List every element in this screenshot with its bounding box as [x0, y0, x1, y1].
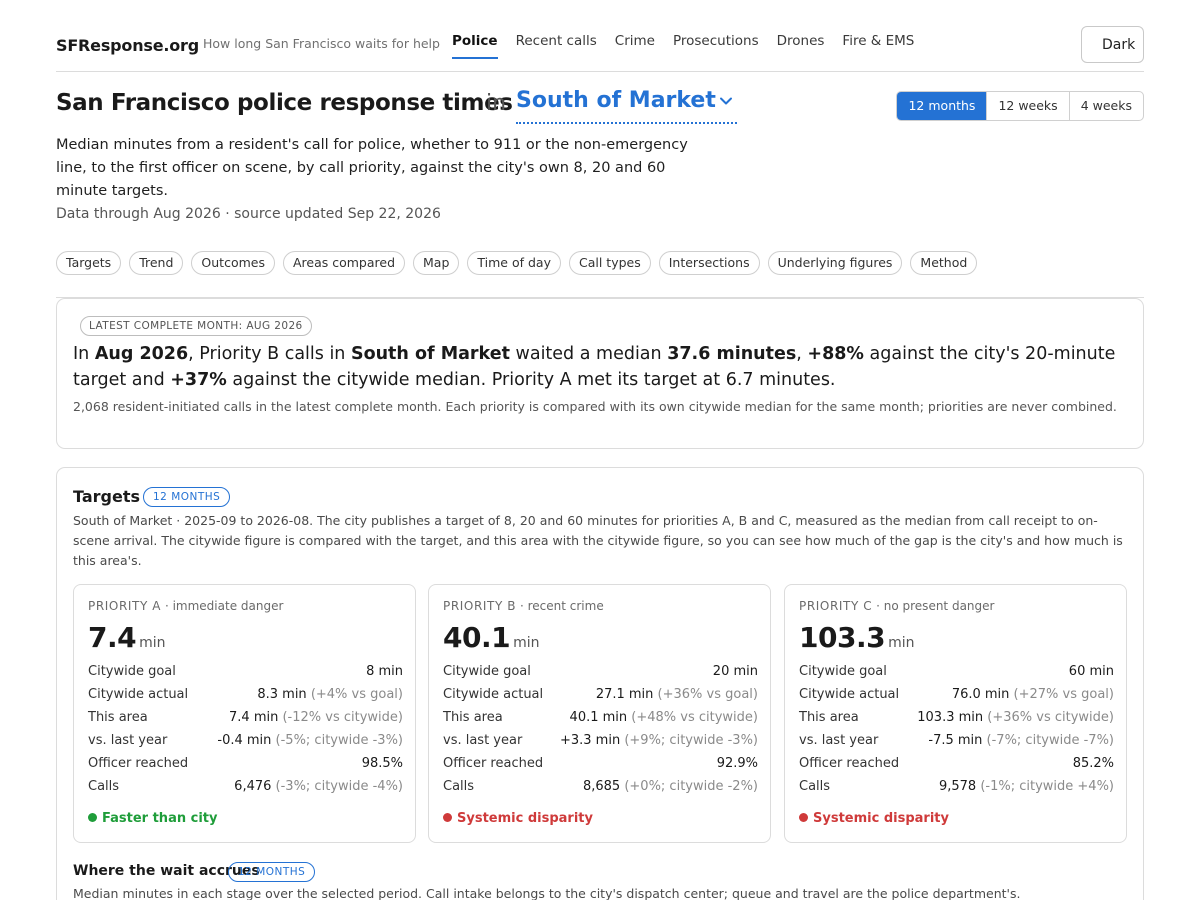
targets-period-pill: 12 MONTHS	[143, 487, 231, 507]
row-citywide-goal: Citywide goal 60 min	[799, 664, 1114, 679]
priority-median: 40.1 min	[443, 621, 540, 654]
summary-note: 2,068 resident-initiated calls in the la…	[73, 399, 1117, 414]
chip-trend[interactable]: Trend	[129, 251, 184, 275]
summary-card: LATEST COMPLETE MONTH: AUG 2026 In Aug 2…	[56, 298, 1144, 449]
page-description: Median minutes from a resident's call fo…	[56, 137, 688, 199]
nav-crime[interactable]: Crime	[615, 33, 655, 59]
range-toggle: 12 months 12 weeks 4 weeks	[896, 91, 1144, 121]
chip-outcomes[interactable]: Outcomes	[191, 251, 275, 275]
latest-month-badge: LATEST COMPLETE MONTH: AUG 2026	[80, 316, 312, 336]
range-4-weeks[interactable]: 4 weeks	[1068, 92, 1143, 120]
main-nav: Police Recent calls Crime Prosecutions D…	[452, 33, 914, 59]
title-in-word: in	[486, 91, 507, 116]
title-row: San Francisco police response times in S…	[56, 88, 1144, 128]
targets-card: Targets 12 MONTHS South of Market · 2025…	[56, 467, 1144, 900]
row-calls: Calls 8,685 (+0%; citywide -2%)	[443, 779, 758, 794]
area-select-value: South of Market	[516, 88, 716, 113]
chevron-down-icon	[719, 91, 733, 111]
status-dot-icon	[88, 813, 97, 822]
row-citywide-actual: Citywide actual 76.0 min (+27% vs goal)	[799, 687, 1114, 702]
priority-rows: Citywide goal 60 min Citywide actual 76.0 …	[799, 664, 1114, 802]
row-calls: Calls 9,578 (-1%; citywide +4%)	[799, 779, 1114, 794]
row-this-area: This area 103.3 min (+36% vs citywide)	[799, 710, 1114, 725]
priority-label: PRIORITY B · recent crime	[443, 599, 604, 613]
summary-headline: In Aug 2026, Priority B calls in South o…	[73, 344, 1116, 390]
row-this-area: This area 40.1 min (+48% vs citywide)	[443, 710, 758, 725]
row-officer-reached: Officer reached 85.2%	[799, 756, 1114, 771]
top-bar: SFResponse.org How long San Francisco wa…	[56, 26, 1144, 72]
chip-targets[interactable]: Targets	[56, 251, 122, 275]
page-title: San Francisco police response times	[56, 90, 513, 116]
priority-label: PRIORITY C · no present danger	[799, 599, 995, 613]
priority-card-a: PRIORITY A · immediate danger 7.4 min Cit…	[73, 584, 416, 843]
range-12-weeks[interactable]: 12 weeks	[986, 92, 1068, 120]
priority-median: 103.3 min	[799, 621, 915, 654]
chip-intersections[interactable]: Intersections	[658, 251, 760, 275]
chip-time-of-day[interactable]: Time of day	[467, 251, 561, 275]
nav-recent-calls[interactable]: Recent calls	[516, 33, 597, 59]
row-calls: Calls 6,476 (-3%; citywide -4%)	[88, 779, 403, 794]
nav-fire-ems[interactable]: Fire & EMS	[842, 33, 914, 59]
site-tagline: How long San Francisco waits for help	[203, 36, 440, 51]
priority-card-c: PRIORITY C · no present danger 103.3 min …	[784, 584, 1127, 843]
dark-mode-button[interactable]: Dark	[1081, 26, 1144, 63]
chip-areas-compared[interactable]: Areas compared	[282, 251, 406, 275]
chip-underlying-figures[interactable]: Underlying figures	[767, 251, 903, 275]
row-this-area: This area 7.4 min (-12% vs citywide)	[88, 710, 403, 725]
row-citywide-actual: Citywide actual 8.3 min (+4% vs goal)	[88, 687, 403, 702]
wait-description: Median minutes in each stage over the se…	[73, 886, 1021, 900]
chip-call-types[interactable]: Call types	[568, 251, 651, 275]
status-dot-icon	[443, 813, 452, 822]
row-officer-reached: Officer reached 92.9%	[443, 756, 758, 771]
row-vs-last-year: vs. last year +3.3 min (+9%; citywide -3%…	[443, 733, 758, 748]
area-select[interactable]: South of Market	[516, 88, 737, 124]
row-vs-last-year: vs. last year -0.4 min (-5%; citywide -3%…	[88, 733, 403, 748]
priority-rows: Citywide goal 20 min Citywide actual 27.1 …	[443, 664, 758, 802]
wait-period-pill: 12 MONTHS	[228, 862, 316, 882]
page: SFResponse.org How long San Francisco wa…	[0, 0, 1200, 900]
priority-label: PRIORITY A · immediate danger	[88, 599, 284, 613]
priority-card-b: PRIORITY B · recent crime 40.1 min Citywi…	[428, 584, 771, 843]
nav-prosecutions[interactable]: Prosecutions	[673, 33, 759, 59]
row-citywide-goal: Citywide goal 20 min	[443, 664, 758, 679]
site-brand[interactable]: SFResponse.org	[56, 36, 199, 55]
row-citywide-goal: Citywide goal 8 min	[88, 664, 403, 679]
nav-police[interactable]: Police	[452, 33, 498, 59]
priority-median: 7.4 min	[88, 621, 166, 654]
data-updated: Data through Aug 2026 · source updated S…	[56, 206, 441, 222]
nav-drones[interactable]: Drones	[777, 33, 825, 59]
chip-method[interactable]: Method	[910, 251, 978, 275]
priority-rows: Citywide goal 8 min Citywide actual 8.3 mi…	[88, 664, 403, 802]
priority-status: Faster than city	[88, 811, 217, 826]
section-chips: Targets Trend Outcomes Areas compared Ma…	[56, 251, 1144, 298]
targets-description: South of Market · 2025-09 to 2026-08. Th…	[73, 513, 1123, 568]
range-12-months[interactable]: 12 months	[897, 92, 987, 120]
chip-map[interactable]: Map	[413, 251, 460, 275]
row-citywide-actual: Citywide actual 27.1 min (+36% vs goal)	[443, 687, 758, 702]
priority-status: Systemic disparity	[799, 811, 949, 826]
row-vs-last-year: vs. last year -7.5 min (-7%; citywide -7%…	[799, 733, 1114, 748]
status-dot-icon	[799, 813, 808, 822]
row-officer-reached: Officer reached 98.5%	[88, 756, 403, 771]
priority-status: Systemic disparity	[443, 811, 593, 826]
targets-title: Targets	[73, 487, 141, 506]
